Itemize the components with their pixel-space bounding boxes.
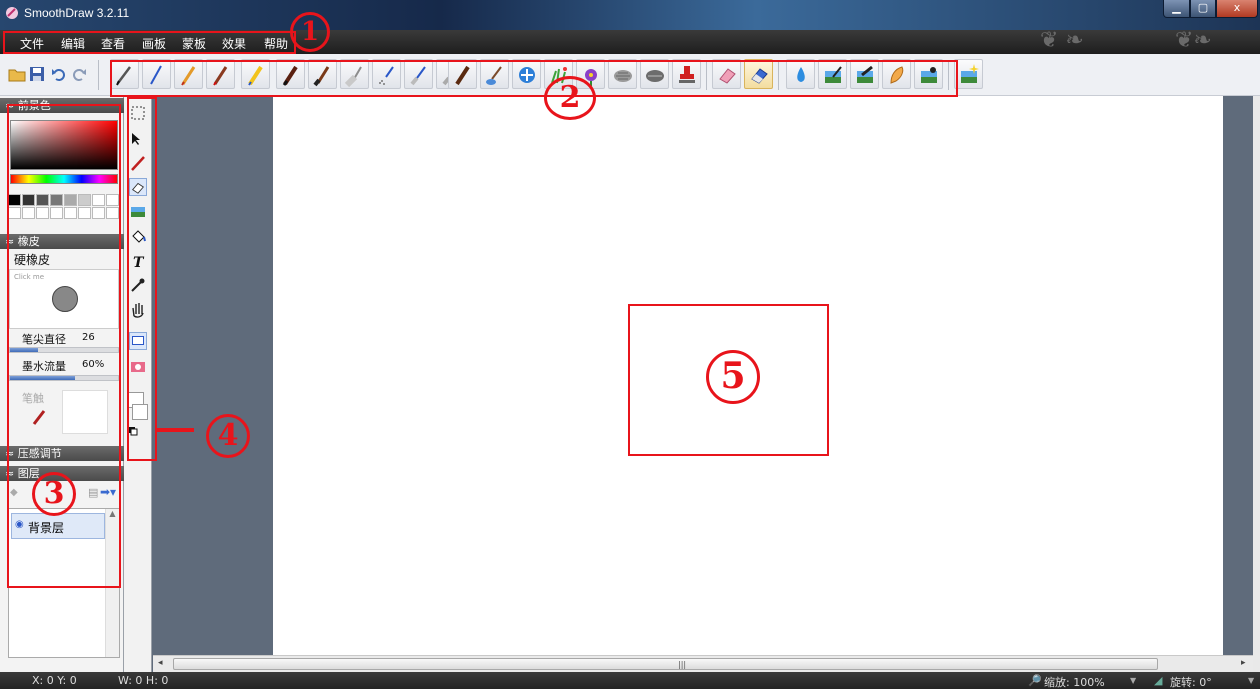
rotate-icon: ◢ — [1154, 674, 1163, 687]
menu-ornament-right: ❦❧ — [1175, 28, 1212, 53]
save-icon[interactable] — [28, 65, 46, 83]
minimize-button[interactable]: ▁ — [1163, 0, 1190, 18]
annotation-label-4: 4 — [206, 414, 250, 458]
zoom-icon: 🔎 — [1028, 674, 1042, 687]
rotate-dropdown-icon[interactable]: ▼ — [1248, 676, 1254, 685]
annotation-label-2: 2 — [544, 76, 596, 120]
selection-size: W: 0 H: 0 — [118, 674, 169, 687]
vertical-scrollbar[interactable] — [1253, 96, 1260, 674]
title-bar: SmoothDraw 3.2.11 ▁ ▢ x — [0, 0, 1260, 30]
annotation-box-2 — [110, 60, 958, 97]
annotation-box-3 — [7, 104, 121, 588]
scroll-thumb[interactable]: ||| — [173, 658, 1158, 670]
sparkle-image-icon[interactable] — [954, 59, 983, 89]
annotation-arrow-4 — [156, 428, 194, 432]
annotation-label-5: 5 — [706, 350, 760, 404]
zoom-level[interactable]: 缩放: 100% — [1044, 674, 1105, 689]
window-title: SmoothDraw 3.2.11 — [24, 6, 130, 20]
undo-icon[interactable] — [50, 65, 68, 83]
close-button[interactable]: x — [1216, 0, 1258, 18]
horizontal-scrollbar[interactable]: ◂ ||| ▸ — [153, 655, 1253, 672]
grip-icon: ||| — [678, 660, 687, 669]
rotation-value[interactable]: 旋转: 0° — [1170, 674, 1212, 689]
maximize-button[interactable]: ▢ — [1190, 0, 1216, 18]
open-folder-icon[interactable] — [8, 65, 26, 83]
scroll-right-icon[interactable]: ▸ — [1241, 658, 1246, 668]
smoothdraw-window: SmoothDraw 3.2.11 ▁ ▢ x 文件 编辑 查看 画板 蒙板 效… — [0, 0, 1260, 689]
annotation-box-4 — [127, 97, 157, 461]
annotation-label-3: 3 — [32, 472, 76, 516]
redo-icon[interactable] — [70, 65, 88, 83]
status-bar: X: 0 Y: 0 W: 0 H: 0 🔎 缩放: 100% ▼ ◢ 旋转: 0… — [0, 672, 1260, 689]
close-icon: x — [1233, 1, 1241, 14]
app-icon — [6, 7, 18, 19]
minimize-icon: ▁ — [1172, 1, 1181, 14]
maximize-icon: ▢ — [1197, 1, 1209, 14]
toolbar-separator — [98, 60, 99, 90]
annotation-box-1 — [3, 31, 296, 54]
cursor-position: X: 0 Y: 0 — [32, 674, 77, 687]
annotation-label-1: 1 — [290, 12, 330, 52]
scroll-left-icon[interactable]: ◂ — [158, 658, 163, 668]
zoom-dropdown-icon[interactable]: ▼ — [1130, 676, 1136, 685]
menu-ornament-left: ❦ ❧ — [1040, 28, 1084, 53]
